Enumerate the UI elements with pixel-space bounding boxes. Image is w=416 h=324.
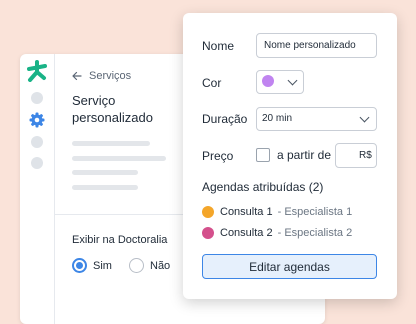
currency-label: R$: [359, 150, 372, 161]
nav-item-icon[interactable]: [31, 157, 43, 169]
agenda-color-dot-icon: [202, 206, 214, 218]
price-checkbox[interactable]: [256, 148, 270, 162]
agenda-specialist: - Especialista 2: [277, 227, 353, 239]
placeholder-line: [72, 170, 138, 175]
placeholder-line: [72, 156, 166, 161]
color-select[interactable]: [256, 70, 304, 94]
arrow-left-icon: [72, 71, 82, 81]
radio-unselected-icon[interactable]: [129, 258, 144, 273]
radio-yes-label: Sim: [93, 259, 112, 272]
agenda-item: Consulta 1 - Especialista 1: [202, 206, 352, 218]
agenda-color-dot-icon: [202, 227, 214, 239]
gear-icon[interactable]: [29, 112, 45, 128]
exhibit-label: Exibir na Doctoralia: [72, 234, 168, 246]
agenda-name: Consulta 1: [220, 206, 273, 218]
agenda-specialist: - Especialista 1: [277, 206, 353, 218]
sidebar: [20, 54, 55, 324]
color-swatch-icon: [262, 75, 274, 87]
service-edit-dialog: Nome Nome personalizado Cor Duração 20 m…: [183, 13, 397, 299]
agendas-title: Agendas atribuídas (2): [202, 180, 324, 194]
placeholder-line: [72, 141, 150, 146]
placeholder-line: [72, 185, 138, 190]
page-title: Serviço personalizado: [72, 93, 153, 125]
price-input[interactable]: R$: [335, 143, 377, 168]
edit-agendas-button[interactable]: Editar agendas: [202, 254, 377, 279]
price-label: Preço: [202, 149, 234, 163]
nav-item-icon[interactable]: [31, 92, 43, 104]
agenda-name: Consulta 2: [220, 227, 273, 239]
chevron-down-icon: [287, 75, 298, 86]
radio-selected-icon[interactable]: [72, 258, 87, 273]
back-link-label: Serviços: [89, 70, 132, 82]
duration-select[interactable]: 20 min: [256, 107, 377, 131]
duration-value: 20 min: [262, 113, 293, 124]
price-checkbox-label: a partir de: [277, 148, 332, 162]
chevron-down-icon: [359, 112, 370, 123]
radio-no-label: Não: [150, 259, 171, 272]
radio-no[interactable]: Não: [129, 258, 170, 273]
agenda-item: Consulta 2 - Especialista 2: [202, 227, 352, 239]
nav-item-icon[interactable]: [31, 136, 43, 148]
radio-yes[interactable]: Sim: [72, 258, 112, 273]
duration-label: Duração: [202, 112, 248, 126]
name-field[interactable]: Nome personalizado: [256, 33, 377, 58]
doctoralia-logo-icon[interactable]: [26, 60, 48, 82]
name-field-value: Nome personalizado: [264, 40, 356, 51]
name-label: Nome: [202, 39, 235, 53]
color-label: Cor: [202, 76, 222, 90]
back-link[interactable]: Serviços: [72, 70, 131, 82]
